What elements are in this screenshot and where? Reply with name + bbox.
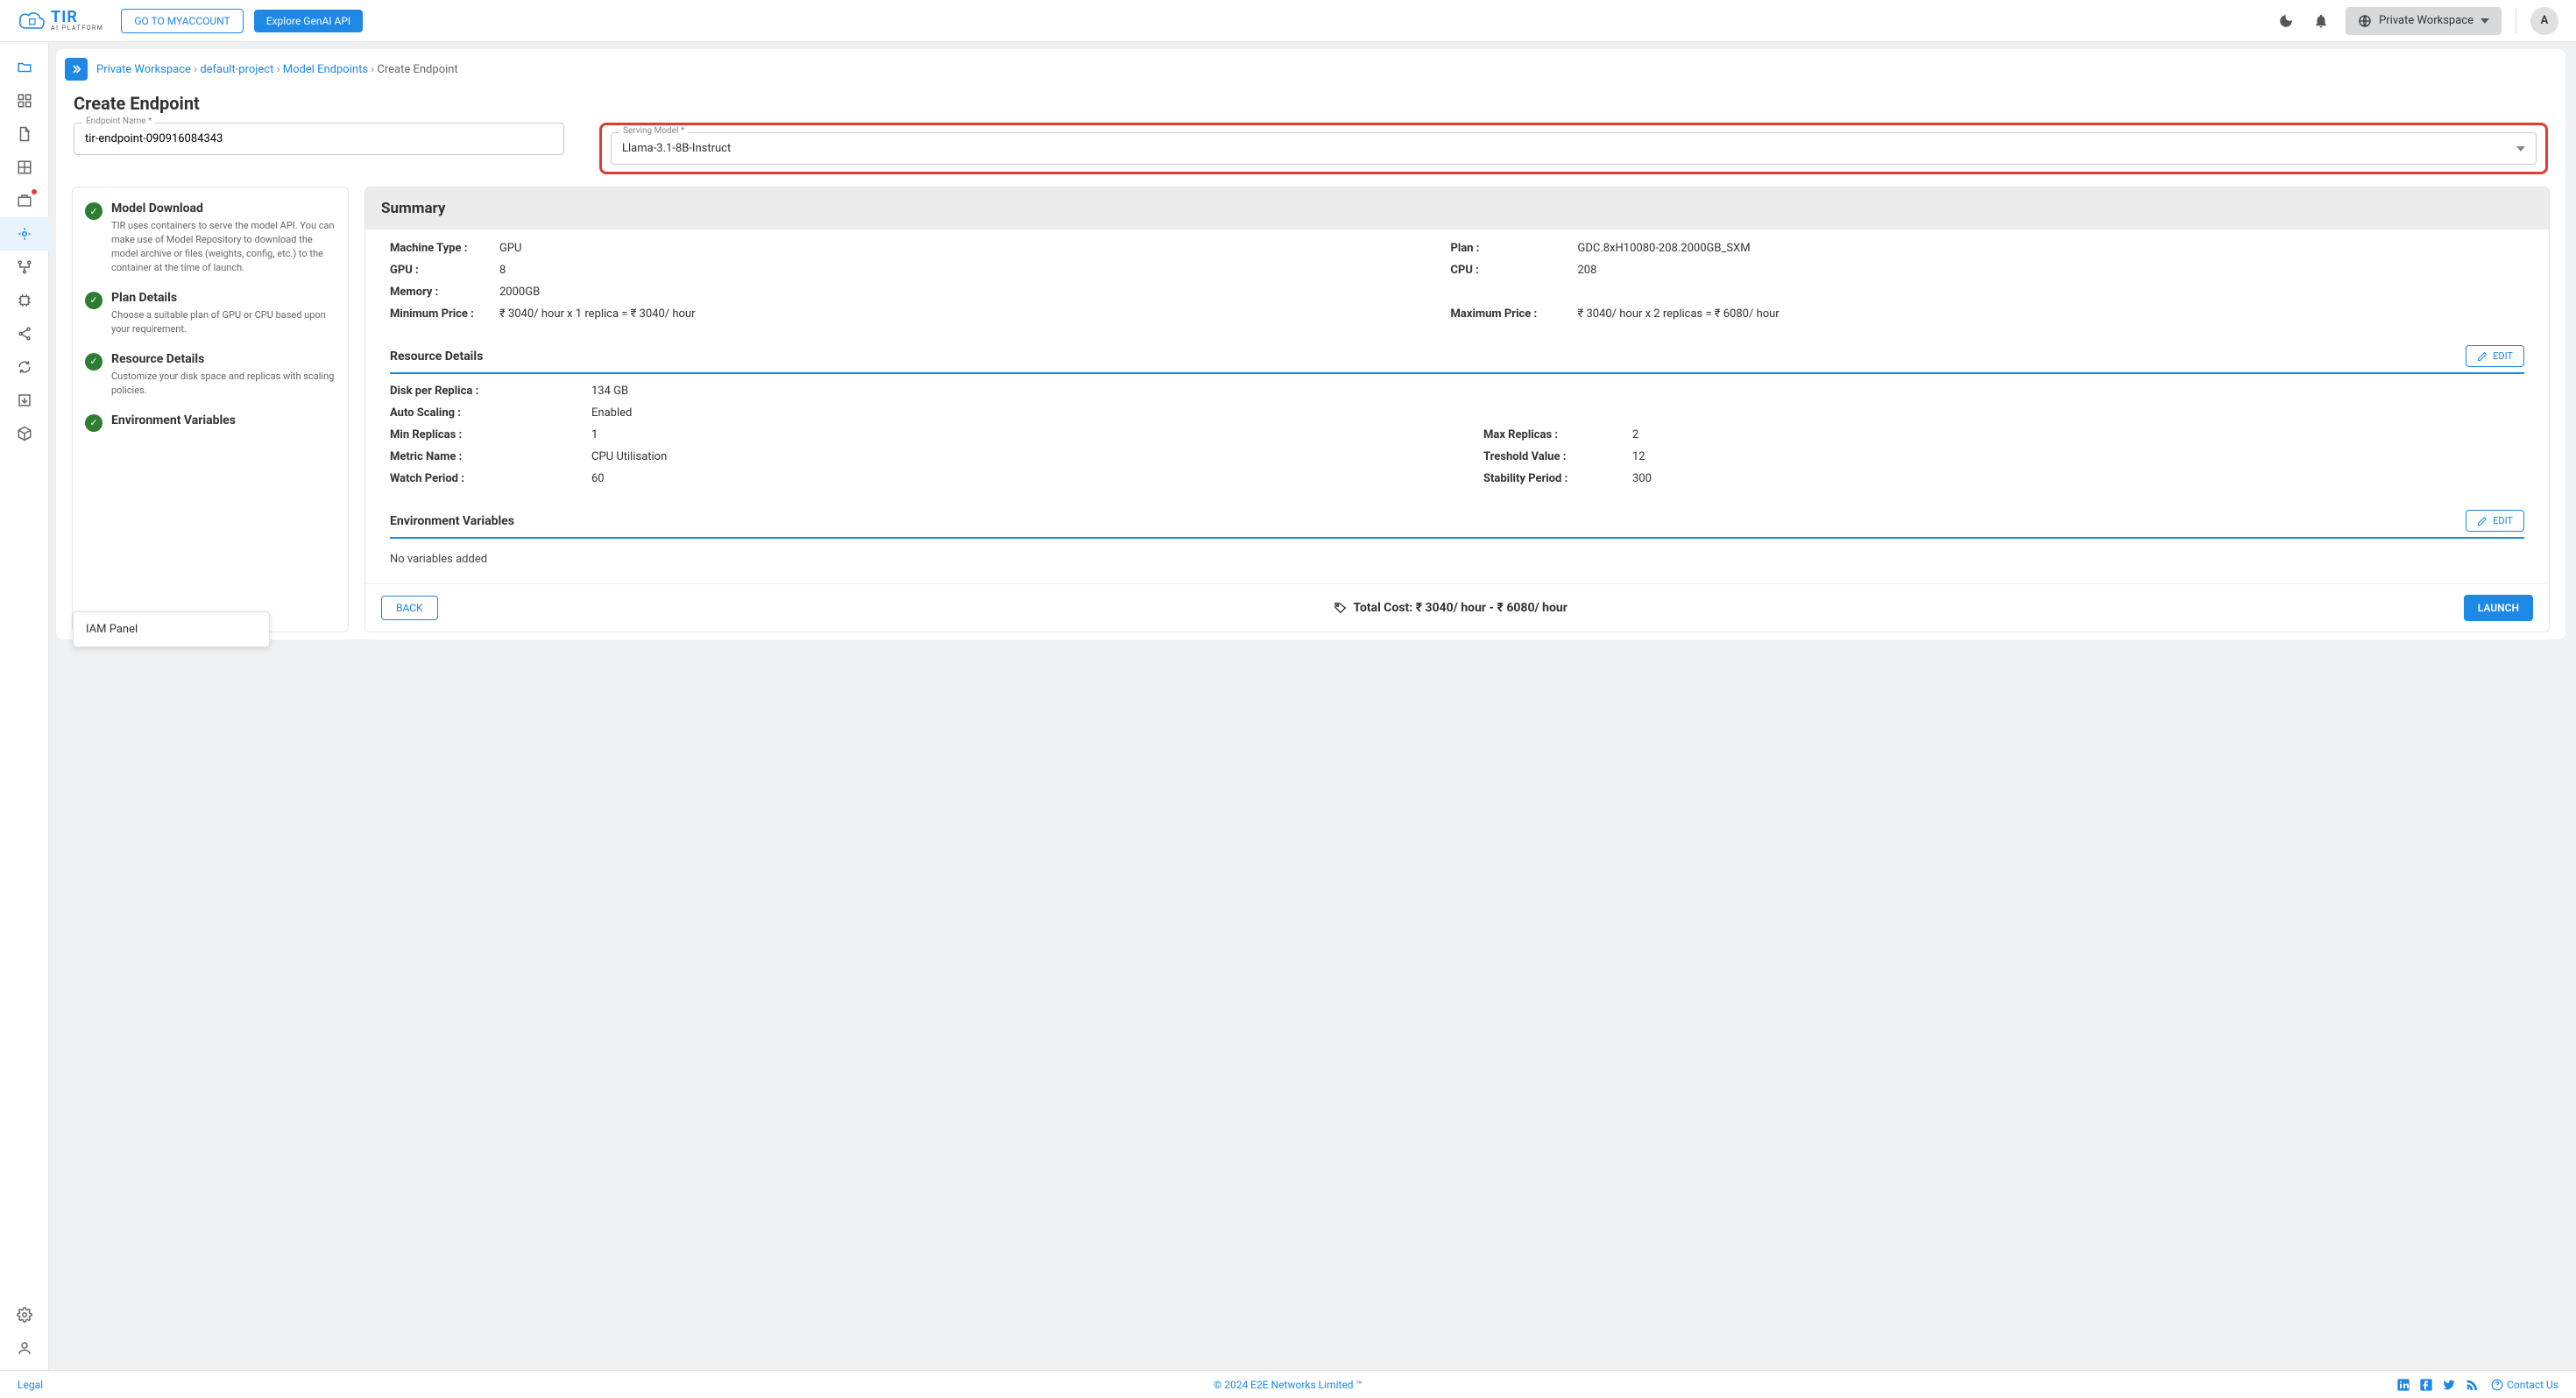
steps-panel: ✓ Model DownloadTIR uses containers to s…: [72, 187, 349, 632]
linkedin-icon[interactable]: [2396, 1378, 2410, 1392]
contact-link[interactable]: Contact Us: [2491, 1379, 2558, 1391]
help-icon: [2491, 1379, 2503, 1391]
sidenav: [0, 42, 49, 1370]
pencil-icon: [2477, 516, 2488, 526]
step-plan-details: ✓ Plan DetailsChoose a suitable plan of …: [85, 291, 336, 336]
sidenav-grid[interactable]: [0, 151, 49, 184]
theme-toggle-icon[interactable]: [2275, 11, 2296, 32]
my-account-button[interactable]: GO TO MYACCOUNT: [121, 9, 243, 33]
serving-model-label: Serving Model *: [619, 126, 688, 136]
workspace-dropdown[interactable]: Private Workspace: [2346, 7, 2502, 35]
topbar: TIRAI PLATFORM GO TO MYACCOUNT Explore G…: [0, 0, 2576, 42]
rss-icon[interactable]: [2465, 1378, 2479, 1392]
endpoint-name-label: Endpoint Name *: [82, 116, 155, 126]
sidenav-cube[interactable]: [0, 417, 49, 450]
check-icon: ✓: [85, 414, 103, 432]
no-variables-text: No variables added: [390, 544, 2524, 575]
logo-text: TIRAI PLATFORM: [51, 10, 103, 32]
workspace-name: Private Workspace: [2379, 14, 2473, 27]
notifications-icon[interactable]: [2311, 11, 2332, 32]
legal-link[interactable]: Legal: [18, 1379, 43, 1391]
step-model-download: ✓ Model DownloadTIR uses containers to s…: [85, 201, 336, 275]
serving-model-highlight: Serving Model * Llama-3.1-8B-Instruct: [599, 123, 2548, 174]
crumb-project[interactable]: default-project: [200, 63, 273, 76]
sidenav-folder[interactable]: [0, 51, 49, 84]
back-button[interactable]: BACK: [381, 596, 438, 620]
step-env-vars: ✓ Environment Variables: [85, 413, 336, 432]
edit-resource-button[interactable]: EDIT: [2466, 345, 2524, 367]
resource-details-section: Resource Details EDIT: [390, 345, 2524, 374]
crumb-endpoints[interactable]: Model Endpoints: [283, 63, 368, 76]
sidenav-file[interactable]: [0, 117, 49, 151]
crumb-current: Create Endpoint: [377, 63, 457, 76]
chevron-down-icon: [2516, 145, 2525, 153]
avatar[interactable]: A: [2530, 7, 2558, 35]
launch-button[interactable]: LAUNCH: [2464, 595, 2533, 621]
sidenav-pipeline[interactable]: [0, 251, 49, 284]
logo-icon: [18, 10, 46, 32]
facebook-icon[interactable]: [2419, 1378, 2433, 1392]
sidenav-share[interactable]: [0, 317, 49, 350]
summary-panel: Summary Machine Type :GPU Plan :GDC.8xH1…: [364, 187, 2550, 632]
footer: Legal © 2024 E2E Networks Limited ™ Cont…: [0, 1370, 2576, 1398]
breadcrumb-toggle[interactable]: [65, 58, 88, 81]
sidenav-settings[interactable]: [0, 1298, 49, 1331]
serving-model-field: Serving Model * Llama-3.1-8B-Instruct: [611, 132, 2537, 165]
page-title: Create Endpoint: [56, 81, 2565, 123]
tag-icon: [1334, 601, 1348, 615]
iam-tooltip: IAM Panel: [73, 611, 270, 647]
explore-genai-button[interactable]: Explore GenAI API: [254, 10, 363, 32]
total-cost: Total Cost: ₹ 3040/ hour - ₹ 6080/ hour: [1334, 601, 1567, 615]
serving-model-select[interactable]: Llama-3.1-8B-Instruct: [611, 132, 2537, 165]
pencil-icon: [2477, 351, 2488, 362]
copyright: © 2024 E2E Networks Limited ™: [1214, 1379, 1362, 1391]
sidenav-dashboard[interactable]: [0, 84, 49, 117]
twitter-icon[interactable]: [2442, 1378, 2456, 1392]
step-resource-details: ✓ Resource DetailsCustomize your disk sp…: [85, 352, 336, 398]
chevron-down-icon: [2480, 17, 2489, 25]
breadcrumb: Private Workspace › default-project › Mo…: [96, 63, 458, 76]
crumb-workspace[interactable]: Private Workspace: [96, 63, 191, 76]
check-icon: ✓: [85, 292, 103, 309]
edit-env-button[interactable]: EDIT: [2466, 510, 2524, 532]
serving-model-value: Llama-3.1-8B-Instruct: [622, 142, 731, 155]
endpoint-name-input[interactable]: [74, 123, 564, 155]
main-content: Private Workspace › default-project › Mo…: [49, 42, 2576, 1370]
endpoint-name-field: Endpoint Name *: [74, 123, 564, 174]
logo[interactable]: TIRAI PLATFORM: [18, 10, 103, 32]
summary-title: Summary: [365, 187, 2549, 229]
sidenav-sync[interactable]: [0, 350, 49, 384]
sidenav-endpoints[interactable]: [0, 217, 49, 251]
sidenav-chip[interactable]: [0, 284, 49, 317]
check-icon: ✓: [85, 353, 103, 371]
sidenav-import[interactable]: [0, 384, 49, 417]
globe-icon: [2358, 14, 2372, 28]
sidenav-briefcase[interactable]: [0, 184, 49, 217]
env-vars-section: Environment Variables EDIT: [390, 510, 2524, 539]
check-icon: ✓: [85, 202, 103, 220]
sidenav-iam[interactable]: [0, 1331, 49, 1365]
